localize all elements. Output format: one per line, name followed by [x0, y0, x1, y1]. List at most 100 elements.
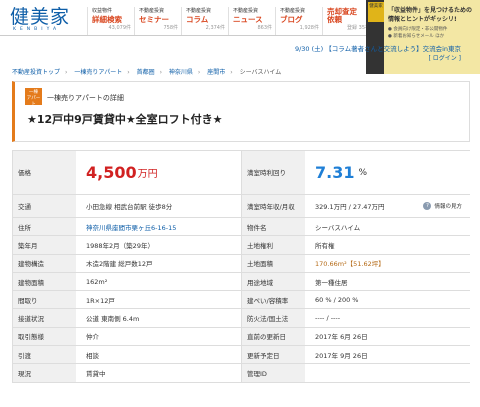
yield-label: 満室時利回り: [241, 151, 305, 194]
login-link[interactable]: [ ログイン ]: [0, 53, 462, 62]
detail-label: 引渡: [12, 346, 76, 364]
ad-list: ● 会員向け限定・非公開物件 ● 新着お知らせメール ほか: [388, 26, 447, 40]
detail-value: 第一種住居: [315, 278, 348, 287]
nav-category: 不動産投資: [186, 8, 212, 14]
site-logo[interactable]: 健美家 KENBIYA: [10, 7, 84, 33]
detail-value: 2017年 6月 26日: [315, 333, 368, 342]
ad-item: ● 会員向け限定・非公開物件: [388, 27, 448, 32]
detail-row: 建物構造 木造2階建 総戸数12戸 土地面積 170.66m²【51.62坪】: [12, 254, 470, 273]
breadcrumb-link[interactable]: 座間市: [207, 69, 225, 76]
detail-label: 土地面積: [241, 254, 305, 272]
detail-value: 2017年 9月 26日: [315, 351, 368, 360]
nav-count: 758件: [163, 25, 178, 31]
breadcrumb-separator: ›: [127, 69, 130, 76]
global-nav: 収益物件 詳細検索 43,079件 不動産投資 セミナー 758件 不動産投資 …: [87, 7, 374, 35]
detail-label: 建ぺい/容積率: [241, 291, 305, 309]
ad-title: 「収益物件」を見つけるための 情報とヒントがギッシリ!: [388, 7, 473, 23]
nav-item-column[interactable]: 不動産投資 コラム 2,374件: [181, 7, 228, 35]
nav-label: セミナー: [139, 15, 169, 24]
detail-label: 現況: [12, 364, 76, 382]
price-label: 価格: [12, 151, 76, 194]
detail-label: 土地権利: [241, 236, 305, 254]
detail-row: 接道状況 公道 東南側 6.4m 防火法/国土法 ---- / ----: [12, 309, 470, 328]
detail-label: 満室時年収/月収: [241, 195, 305, 217]
property-type-badge: 一棟 アパート: [25, 88, 42, 107]
detail-label: 建物面積: [12, 272, 76, 291]
detail-value: ---- / ----: [315, 314, 341, 323]
detail-value: シーバスハイム: [315, 223, 361, 232]
detail-value: 329.1万円 / 27.47万円: [315, 203, 385, 211]
detail-row: 交通 小田急線 相武台前駅 徒歩8分 満室時年収/月収 329.1万円 / 27…: [12, 195, 470, 218]
detail-label: 接道状況: [12, 309, 76, 327]
price-unit: 万円: [137, 169, 158, 180]
detail-label: 住所: [12, 218, 76, 236]
yield-unit: %: [358, 167, 368, 178]
detail-value: 60 % / 200 %: [315, 295, 359, 304]
nav-item-news[interactable]: 不動産投資 ニュース 863件: [228, 7, 275, 35]
nav-count: 863件: [257, 25, 272, 31]
detail-value: 1988年2月（築29年）: [86, 241, 154, 250]
detail-value: [305, 364, 470, 381]
breadcrumb-link[interactable]: 不動産投資トップ: [12, 69, 60, 76]
detail-label: 築年月: [12, 236, 76, 254]
nav-count: 2,374件: [205, 25, 225, 31]
nav-category: 不動産投資: [233, 8, 259, 14]
detail-value: 162m²: [86, 277, 108, 286]
event-link[interactable]: 9/30 (土) 【コラム著者さんと交流しよう】交流会in東京: [0, 43, 461, 53]
detail-value: 仲介: [86, 333, 99, 342]
detail-label: 交通: [12, 195, 76, 217]
breadcrumb-current: シーバスハイム: [239, 69, 282, 76]
yield-number: 7.31: [315, 163, 355, 182]
detail-row: 価格 4,500 万円 満室時利回り 7.31 %: [12, 151, 470, 195]
detail-row: 築年月 1988年2月（築29年） 土地権利 所有権: [12, 236, 470, 255]
question-icon: ?: [423, 202, 432, 210]
detail-value: 公道 東南側 6.4m: [86, 315, 140, 324]
detail-value: 所有権: [315, 241, 335, 250]
nav-item-blog[interactable]: 不動産投資 ブログ 1,928件: [275, 7, 322, 35]
detail-label: 用途地域: [241, 272, 305, 291]
nav-label: コラム: [186, 15, 209, 24]
breadcrumb-link[interactable]: 神奈川県: [169, 69, 193, 76]
nav-category: 収益物件: [92, 8, 113, 14]
detail-label: 管理ID: [241, 364, 305, 382]
price-value: 4,500 万円: [76, 151, 241, 194]
breadcrumb-link[interactable]: 首都圏: [137, 69, 155, 76]
detail-label: 物件名: [241, 218, 305, 236]
address-link[interactable]: 神奈川県座間市栗ヶ丘6-16-15: [76, 218, 241, 235]
info-guide-label: 情報の見方: [434, 204, 462, 210]
nav-category: 不動産投資: [280, 8, 306, 14]
detail-label: 建物構造: [12, 254, 76, 272]
breadcrumb-separator: ›: [230, 69, 233, 76]
detail-row: 建物面積 162m² 用途地域 第一種住居: [12, 272, 470, 292]
detail-value: 賃貸中: [86, 370, 106, 379]
detail-row: 現況 賃貸中 管理ID: [12, 364, 470, 383]
logo-sub: KENBIYA: [13, 27, 61, 32]
nav-item-search[interactable]: 収益物件 詳細検索 43,079件: [87, 7, 134, 35]
detail-row: 取引態様 仲介 直前の更新日 2017年 6月 26日: [12, 327, 470, 347]
detail-row: 間取り 1R×12戸 建ぺい/容積率 60 % / 200 %: [12, 291, 470, 310]
property-title-box: 一棟 アパート 一棟売りアパートの詳細 ★12戸中9戸賃貸中★全室ロフト付き★: [12, 81, 470, 142]
detail-value: 木造2階建 総戸数12戸: [86, 260, 153, 269]
nav-count: 43,079件: [108, 25, 132, 31]
member-ad-banner[interactable]: 健美家 「収益物件」を見つけるための 情報とヒントがギッシリ! ● 会員向け限定…: [366, 0, 480, 74]
property-detail-table: 価格 4,500 万円 満室時利回り 7.31 % 交通 小田急線 相武台前駅 …: [12, 150, 470, 383]
breadcrumb-link[interactable]: 一棟売りアパート: [74, 69, 122, 76]
nav-label: ニュース: [233, 15, 263, 24]
detail-row: 引渡 相談 更新予定日 2017年 9月 26日: [12, 346, 470, 365]
detail-label: 取引態様: [12, 327, 76, 346]
nav-item-seminar[interactable]: 不動産投資 セミナー 758件: [134, 7, 181, 35]
ad-item: ● 新着お知らせメール ほか: [388, 34, 445, 39]
detail-label: 直前の更新日: [241, 327, 305, 346]
logo-text: 健美家: [10, 6, 71, 28]
detail-value: 1R×12戸: [86, 296, 115, 305]
property-title: ★12戸中9戸賃貸中★全室ロフト付き★: [27, 113, 223, 126]
yield-value: 7.31 %: [305, 151, 470, 194]
detail-value-with-help: 329.1万円 / 27.47万円 ? 情報の見方: [305, 195, 470, 217]
nav-count: 1,928件: [299, 25, 319, 31]
detail-label: 防火法/国土法: [241, 309, 305, 327]
nav-label: ブログ: [280, 15, 303, 24]
detail-value: 相談: [86, 351, 99, 360]
land-area-value: 170.66m²【51.62坪】: [315, 260, 385, 269]
info-guide-button[interactable]: ? 情報の見方: [423, 202, 462, 210]
price-number: 4,500: [86, 163, 137, 182]
